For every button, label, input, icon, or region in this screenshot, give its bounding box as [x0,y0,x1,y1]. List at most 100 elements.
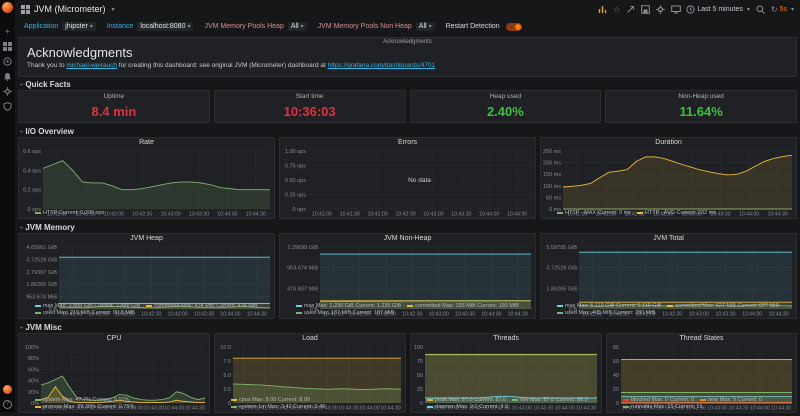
grafana-logo[interactable] [2,2,13,13]
cycle-view-tv-icon[interactable] [671,5,680,14]
load-legend[interactable]: cpus Max: 8.00 Current: 8.00system-1m Ma… [215,397,405,412]
panel-title[interactable]: Rate [19,138,274,148]
load-chart: 02.55.07.510.010:41:0010:41:3010:42:0010… [215,344,405,397]
legend-item[interactable]: used Max: 187 MiB Current: 187 MiB [296,310,394,317]
variable-value-dropdown[interactable]: All▾ [288,22,307,31]
star-icon[interactable]: ☆ [613,5,620,14]
panel-title[interactable]: JVM Non-Heap [280,234,535,244]
legend-item[interactable]: max Max: 1.236 GiB Current: 1.236 GiB [296,303,401,310]
author-link[interactable]: michael-weirauch [66,62,117,69]
legend-swatch [637,212,643,214]
cpu-legend[interactable]: system Max: 47.7% Current: 9.07%process … [19,397,209,412]
save-icon[interactable] [641,5,650,14]
thread-states-legend[interactable]: blocked Max: 0 Current: 0 new Max: 0 Curr… [607,397,796,412]
errors-legend[interactable] [280,217,535,218]
variable-value-dropdown[interactable]: jhipster▾ [62,22,96,31]
legend-item[interactable]: committed Max: 627 MiB Current: 627 MiB [667,303,779,310]
legend-item[interactable]: live Max: 87.0 Current: 86.0 [512,397,588,404]
variable-value-dropdown[interactable]: localhost:8080▾ [137,22,193,31]
dashboard-title[interactable]: JVM (Micrometer) [34,4,106,14]
chevron-down-icon[interactable]: ▾ [112,6,115,13]
panel-title[interactable]: JVM Heap [19,234,274,244]
legend-item[interactable]: committed Max: 434 MiB Current: 434 MiB [146,303,258,310]
server-admin-shield-icon[interactable] [3,102,12,111]
legend-item[interactable]: HTTP - MAX Current: 0 ms [557,210,631,217]
jvm-heap-legend[interactable]: max Max: 3.888 GiB Current: 3.888 GiB com… [19,303,274,318]
row-io-overview[interactable]: › I/O Overview [18,126,797,137]
legend-item[interactable]: blocked Max: 0 Current: 0 [623,397,694,404]
refresh-picker[interactable]: ↻ 5s ▾ [771,5,794,14]
panel-title[interactable]: JVM Total [541,234,796,244]
jvm-total-legend[interactable]: max Max: 5.119 GiB Current: 5.119 GiB com… [541,303,796,318]
acknowledgments-text: Thank you to michael-weirauch for creati… [27,62,788,69]
legend-item[interactable]: process Max: 29.38% Current: 0.75% [35,404,134,411]
chevron-down-icon: ▾ [791,6,794,13]
legend-item[interactable]: system-1m Max: 3.42 Current: 2.48 [231,404,325,411]
panel-title[interactable]: Heap used [490,93,521,100]
time-range-picker[interactable]: Last 5 minutes ▾ [686,5,750,14]
variable-instance[interactable]: Instance localhost:8080▾ [104,22,194,31]
variable-jvm-memory-pools-heap[interactable]: JVM Memory Pools Heap All▾ [201,22,306,31]
legend-item[interactable]: HTTP Current: 0.200 ops [35,210,104,217]
refresh-icon: ↻ [771,5,778,14]
legend-item[interactable]: runnable Max: 15 Current: 15 [623,404,703,411]
user-avatar[interactable] [3,385,12,394]
svg-text:80: 80 [613,345,619,351]
settings-gear-icon[interactable] [656,5,665,14]
legend-item[interactable]: daemon Max: 9.0 Current: 9.0 [427,404,508,411]
variable-application[interactable]: Application jhipster▾ [21,22,96,31]
stat-value: 2.40% [487,100,524,122]
legend-swatch [296,312,302,314]
panel-title[interactable]: Threads [411,334,601,344]
threads-legend[interactable]: peak Max: 87.0 Current: 87.0 live Max: 87… [411,397,601,412]
add-panel-icon[interactable] [598,5,607,14]
panel-title[interactable]: Uptime [104,93,125,100]
acknowledgments-heading: Acknowledgments [27,45,788,60]
variable-value-dropdown[interactable]: All▾ [416,22,435,31]
panel-title[interactable]: Thread States [607,334,796,344]
jvm-non-heap-legend[interactable]: max Max: 1.236 GiB Current: 1.236 GiB com… [280,303,535,318]
panel-title[interactable]: Non-Heap used [678,93,724,100]
legend-item[interactable]: committed Max: 193 MiB Current: 193 MiB [407,303,519,310]
panel-title[interactable]: CPU [19,334,209,344]
panel-title[interactable]: Errors [280,138,535,148]
row-jvm-misc[interactable]: › JVM Misc [18,322,797,333]
row-jvm-memory[interactable]: › JVM Memory [18,222,797,233]
explore-icon[interactable] [3,57,12,66]
svg-text:3.72529 GiB: 3.72529 GiB [546,266,577,272]
panel-title[interactable]: Duration [541,138,796,148]
legend-swatch [35,305,41,307]
chevron-down-icon: ▾ [187,23,190,30]
zoom-out-icon[interactable] [756,5,765,14]
legend-item[interactable]: new Max: 0 Current: 0 [700,397,762,404]
dashboards-icon[interactable] [3,42,12,51]
share-icon[interactable] [626,5,635,14]
restart-detection-toggle[interactable] [506,23,522,31]
legend-item[interactable]: peak Max: 87.0 Current: 87.0 [427,397,506,404]
legend-item[interactable]: system Max: 47.7% Current: 9.07% [35,397,130,404]
template-variables-bar: Application jhipster▾ Instance localhost… [15,18,800,35]
rate-legend[interactable]: HTTP Current: 0.200 ops [19,210,274,218]
legend-item[interactable]: used Max: 219 MiB Current: 90.8 MiB [35,310,135,317]
svg-text:200 ms: 200 ms [543,161,561,167]
svg-text:1.86265 GiB: 1.86265 GiB [546,286,577,292]
row-quick-facts[interactable]: › Quick Facts [18,79,797,90]
legend-item[interactable]: HTTP - AVG Current: 232 ms [637,210,716,217]
panel-title[interactable]: Start time [296,93,324,100]
help-icon[interactable]: ? [3,400,12,409]
collapse-chevron-icon: › [18,83,25,85]
jvm-non-heap-chart: 0 B476.837 MiB953.674 MiB1.39698 GiB10:4… [280,244,535,303]
panel-title[interactable]: Load [215,334,405,344]
configuration-gear-icon[interactable] [3,87,12,96]
variable-jvm-memory-pools-non-heap[interactable]: JVM Memory Pools Non Heap All▾ [315,22,435,31]
legend-swatch [35,312,41,314]
original-dashboard-link[interactable]: https://grafana.com/dashboards/4701 [328,62,436,69]
panel-title[interactable]: Acknowledgments [19,39,796,45]
legend-item[interactable]: used Max: 405 MiB Current: 280 MiB [557,310,655,317]
legend-item[interactable]: max Max: 5.119 GiB Current: 5.119 GiB [557,303,661,310]
legend-item[interactable]: cpus Max: 8.00 Current: 8.00 [231,397,310,404]
alerting-bell-icon[interactable] [3,72,12,81]
duration-legend[interactable]: HTTP - MAX Current: 0 ms HTTP - AVG Curre… [541,210,796,218]
legend-item[interactable]: max Max: 3.888 GiB Current: 3.888 GiB [35,303,140,310]
create-icon[interactable]: + [3,27,12,36]
